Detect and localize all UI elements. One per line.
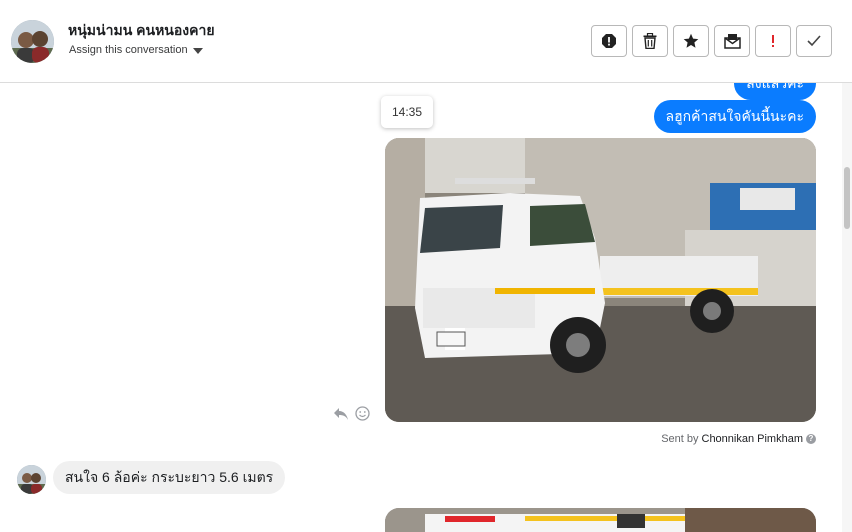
mark-spam-button[interactable] bbox=[591, 25, 627, 57]
sent-by-line: Sent by Chonnikan Pimkham ? bbox=[661, 433, 816, 445]
sent-by-prefix: Sent by bbox=[661, 433, 699, 445]
trash-icon bbox=[643, 33, 657, 49]
assign-conversation-dropdown[interactable]: Assign this conversation bbox=[69, 44, 203, 56]
mark-done-button[interactable] bbox=[796, 25, 832, 57]
star-button[interactable] bbox=[673, 25, 709, 57]
contact-avatar[interactable] bbox=[11, 20, 54, 63]
timestamp-tooltip: 14:35 bbox=[381, 96, 433, 128]
conversation-toolbar bbox=[591, 25, 832, 57]
follow-up-button[interactable] bbox=[755, 25, 791, 57]
message-actions bbox=[333, 406, 370, 421]
caret-down-icon bbox=[192, 47, 203, 54]
truck-photo-attachment[interactable] bbox=[385, 138, 816, 422]
star-icon bbox=[683, 33, 699, 48]
conversation-header: หนุ่มน่ามน คนหนองคาย Assign this convers… bbox=[0, 0, 852, 83]
mark-unread-icon bbox=[723, 34, 741, 49]
truck-photo-attachment-2[interactable] bbox=[385, 508, 816, 532]
incoming-message[interactable]: สนใจ 6 ล้อค่ะ กระบะยาว 5.6 เมตร bbox=[53, 461, 286, 494]
spam-icon bbox=[602, 34, 616, 48]
mark-unread-button[interactable] bbox=[714, 25, 750, 57]
reply-icon[interactable] bbox=[333, 407, 349, 421]
outgoing-message[interactable]: ลฮูกค้าสนใจคันนี้นะคะ bbox=[653, 100, 816, 133]
previous-outgoing-message[interactable]: ส่งแล้วค่ะ bbox=[734, 83, 816, 100]
sender-avatar bbox=[17, 465, 46, 494]
scrollbar-thumb[interactable] bbox=[844, 167, 850, 229]
sent-by-name: Chonnikan Pimkham bbox=[701, 433, 804, 445]
done-check-icon bbox=[807, 35, 821, 47]
message-thread: ส่งแล้วค่ะ 14:35 ลฮูกค้าสนใจคันนี้นะคะ S… bbox=[0, 83, 842, 532]
assign-label: Assign this conversation bbox=[69, 44, 188, 56]
chat-scrollbar[interactable] bbox=[842, 83, 852, 532]
follow-up-icon bbox=[772, 35, 774, 47]
help-icon[interactable]: ? bbox=[806, 434, 816, 444]
contact-name: หนุ่มน่ามน คนหนองคาย bbox=[68, 22, 215, 38]
delete-button[interactable] bbox=[632, 25, 668, 57]
react-emoji-icon[interactable] bbox=[355, 406, 370, 421]
